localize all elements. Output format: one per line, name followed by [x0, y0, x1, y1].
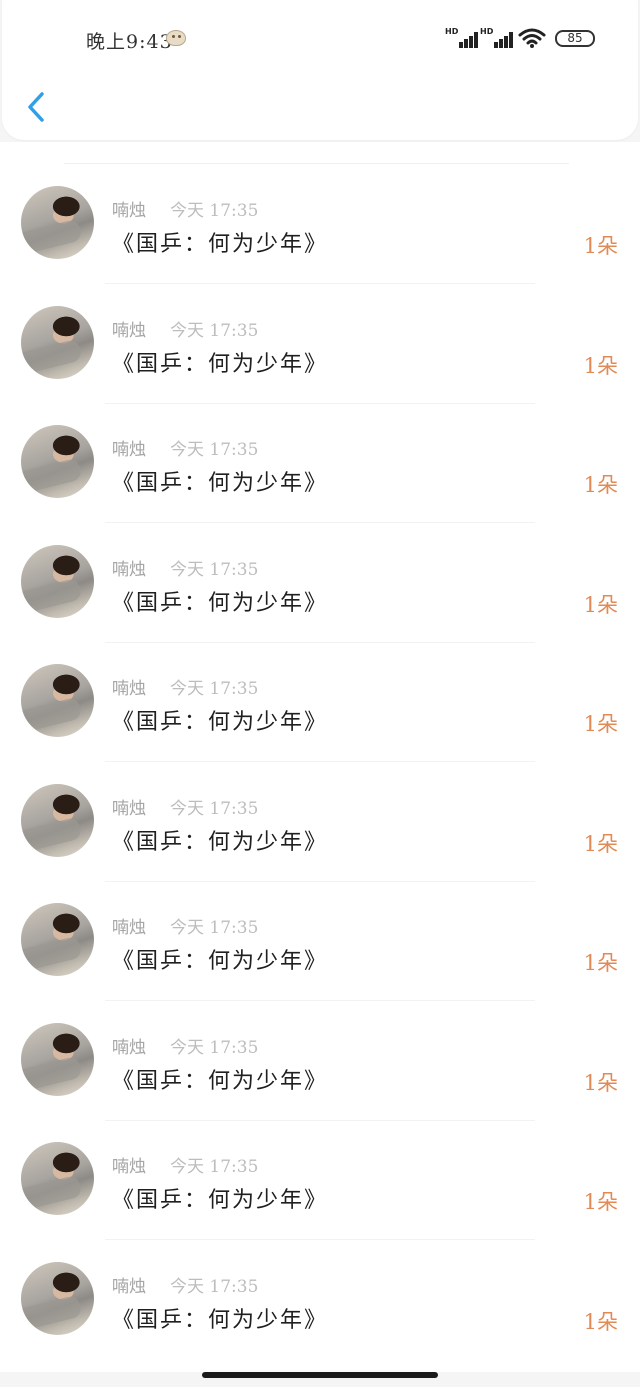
sender-name: 喃烛 [112, 679, 146, 699]
flower-count: 1朵 [583, 353, 618, 378]
flower-count: 1朵 [583, 831, 618, 856]
message-row[interactable]: 喃烛 今天 17:35 《国乒：何为少年》 1朵 [0, 142, 640, 284]
message-text: 《国乒：何为少年》 [112, 1307, 329, 1333]
message-text: 《国乒：何为少年》 [112, 1188, 329, 1213]
sent-time: 今天 17:35 [170, 1157, 259, 1177]
battery-indicator: 85 [555, 30, 595, 47]
emoji-icon [166, 30, 186, 46]
avatar[interactable] [21, 425, 94, 498]
sender-name: 喃烛 [112, 201, 146, 221]
avatar[interactable] [21, 903, 94, 976]
sent-time: 今天 17:35 [170, 559, 259, 580]
avatar[interactable] [21, 1261, 94, 1335]
chevron-left-icon [28, 92, 44, 122]
sender-name: 喃烛 [112, 918, 146, 938]
flower-count: 1朵 [583, 1309, 618, 1334]
sender-name: 喃烛 [112, 1276, 146, 1297]
back-button[interactable] [24, 90, 48, 124]
flower-count: 1朵 [583, 1070, 618, 1095]
message-row[interactable]: 喃烛 今天 17:35 《国乒：何为少年》 1朵 [0, 620, 640, 762]
cell-signal-icon: HD [445, 27, 479, 49]
wifi-icon [518, 28, 546, 48]
message-text: 《国乒：何为少年》 [112, 949, 329, 974]
message-row[interactable]: 喃烛 今天 17:35 《国乒：何为少年》 1朵 [0, 262, 640, 404]
avatar[interactable] [21, 186, 94, 259]
message-text: 《国乒：何为少年》 [112, 710, 329, 735]
cell-signal-icon: HD [480, 27, 514, 49]
sender-name: 喃烛 [112, 559, 146, 580]
message-text: 《国乒：何为少年》 [112, 232, 329, 257]
message-row[interactable]: 喃烛 今天 17:35 《国乒：何为少年》 1朵 [0, 859, 640, 1001]
message-row[interactable]: 喃烛 今天 17:35 《国乒：何为少年》 1朵 [0, 381, 640, 523]
top-header: 晚上9:43 HD HD 85 [2, 0, 638, 140]
sender-name: 喃烛 [112, 440, 146, 460]
sender-name: 喃烛 [112, 1157, 146, 1177]
message-row[interactable]: 喃烛 今天 17:35 《国乒：何为少年》 1朵 [0, 740, 640, 882]
hd-label: HD [480, 27, 494, 36]
flower-count: 1朵 [583, 951, 618, 975]
flower-count: 1朵 [583, 592, 618, 617]
sent-time: 今天 17:35 [170, 1037, 259, 1058]
message-text: 《国乒：何为少年》 [112, 829, 329, 855]
message-row[interactable]: 喃烛 今天 17:35 《国乒：何为少年》 1朵 [0, 501, 640, 643]
flower-count: 1朵 [583, 473, 618, 497]
status-bar: 晚上9:43 HD HD 85 [2, 0, 638, 76]
message-list[interactable]: 喃烛 今天 17:35 《国乒：何为少年》 1朵 喃烛 今天 17:35 《国乒：何为少年》… [0, 142, 640, 1372]
flower-count: 1朵 [583, 712, 618, 736]
flower-count: 1朵 [583, 234, 618, 258]
hd-label: HD [445, 27, 459, 36]
avatar[interactable] [21, 1142, 94, 1215]
sent-time: 今天 17:35 [170, 201, 259, 221]
sent-time: 今天 17:35 [170, 320, 259, 341]
sent-time: 今天 17:35 [170, 679, 259, 699]
message-text: 《国乒：何为少年》 [112, 471, 329, 496]
status-time: 晚上9:43 [86, 31, 173, 53]
sender-name: 喃烛 [112, 320, 146, 341]
sent-time: 今天 17:35 [170, 798, 259, 819]
message-text: 《国乒：何为少年》 [112, 590, 329, 616]
flower-count: 1朵 [583, 1190, 618, 1214]
message-row[interactable]: 喃烛 今天 17:35 《国乒：何为少年》 1朵 [0, 1218, 640, 1338]
avatar[interactable] [21, 305, 94, 379]
sent-time: 今天 17:35 [170, 1276, 259, 1297]
avatar[interactable] [21, 664, 94, 737]
sender-name: 喃烛 [112, 798, 146, 819]
sender-name: 喃烛 [112, 1037, 146, 1058]
avatar[interactable] [21, 783, 94, 857]
sent-time: 今天 17:35 [170, 440, 259, 460]
message-row[interactable]: 喃烛 今天 17:35 《国乒：何为少年》 1朵 [0, 1098, 640, 1240]
message-text: 《国乒：何为少年》 [112, 351, 329, 377]
avatar[interactable] [21, 1022, 94, 1096]
message-row[interactable]: 喃烛 今天 17:35 《国乒：何为少年》 1朵 [0, 979, 640, 1121]
avatar[interactable] [21, 544, 94, 618]
sent-time: 今天 17:35 [170, 918, 259, 938]
message-text: 《国乒：何为少年》 [112, 1068, 329, 1094]
home-indicator[interactable] [202, 1372, 438, 1378]
